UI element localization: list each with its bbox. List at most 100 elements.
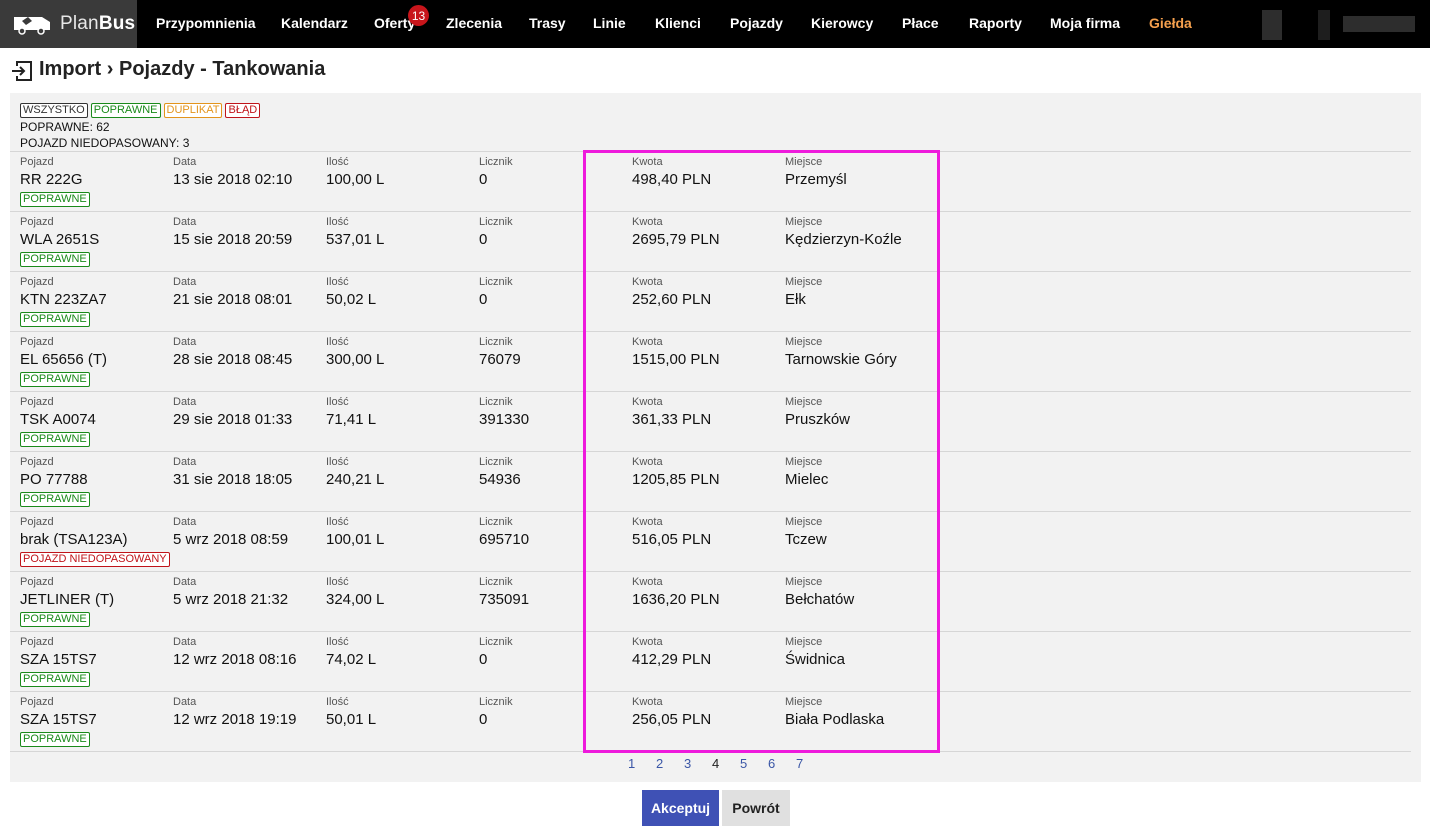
blurred-user-avatar[interactable] xyxy=(1262,10,1282,40)
cell-place: Miejsce Pruszków xyxy=(785,396,850,430)
cell-value-counter: 0 xyxy=(479,291,488,308)
cell-label-amount: Kwota xyxy=(632,576,663,588)
planbus-logo[interactable]: PlanBus xyxy=(0,0,137,48)
cell-counter: Licznik 76079 xyxy=(479,336,521,370)
cell-value-amount: 412,29 PLN xyxy=(632,651,712,668)
nav-linie[interactable]: Linie xyxy=(593,15,626,31)
cell-label-qty: Ilość xyxy=(326,576,349,588)
cell-label-date: Data xyxy=(173,516,197,528)
page-link-3[interactable]: 3 xyxy=(684,756,691,771)
import-panel: WSZYSTKO POPRAWNE DUPLIKAT BŁĄD POPRAWNE… xyxy=(10,93,1421,782)
cell-vehicle: Pojazd PO 77788 xyxy=(20,456,88,490)
cell-value-counter: 54936 xyxy=(479,471,521,488)
cell-value-counter: 0 xyxy=(479,651,488,668)
cell-counter: Licznik 0 xyxy=(479,156,513,190)
cell-label-vehicle: Pojazd xyxy=(20,336,54,348)
page-link-6[interactable]: 6 xyxy=(768,756,775,771)
cell-label-date: Data xyxy=(173,276,197,288)
cell-value-counter: 0 xyxy=(479,711,488,728)
page-link-4[interactable]: 4 xyxy=(712,756,719,771)
status-filters: WSZYSTKO POPRAWNE DUPLIKAT BŁĄD xyxy=(20,103,261,118)
cell-date: Data 21 sie 2018 08:01 xyxy=(173,276,292,310)
page-link-1[interactable]: 1 xyxy=(628,756,635,771)
cell-amount: Kwota 412,29 PLN xyxy=(632,636,711,670)
cell-label-amount: Kwota xyxy=(632,276,663,288)
cell-label-qty: Ilość xyxy=(326,156,349,168)
page-link-5[interactable]: 5 xyxy=(740,756,747,771)
cell-counter: Licznik 0 xyxy=(479,216,513,250)
accept-button[interactable]: Akceptuj xyxy=(642,790,719,826)
cell-label-counter: Licznik xyxy=(479,636,513,648)
nav-kalendarz[interactable]: Kalendarz xyxy=(281,15,348,31)
cell-label-amount: Kwota xyxy=(632,696,663,708)
cell-label-vehicle: Pojazd xyxy=(20,516,54,528)
cell-value-date: 5 wrz 2018 08:59 xyxy=(173,531,289,548)
cell-value-qty: 50,02 L xyxy=(326,291,377,308)
cell-value-vehicle: WLA 2651S xyxy=(20,231,100,248)
cell-label-place: Miejsce xyxy=(785,336,823,348)
page-link-7[interactable]: 7 xyxy=(796,756,803,771)
cell-value-place: Tczew xyxy=(785,531,827,548)
filter-error[interactable]: BŁĄD xyxy=(225,103,261,118)
cell-value-vehicle: PO 77788 xyxy=(20,471,88,488)
cell-label-counter: Licznik xyxy=(479,576,513,588)
blurred-user-name[interactable] xyxy=(1343,16,1415,32)
nav-klienci[interactable]: Klienci xyxy=(655,15,701,31)
nav-trasy[interactable]: Trasy xyxy=(529,15,566,31)
cell-label-place: Miejsce xyxy=(785,456,823,468)
filter-ok[interactable]: POPRAWNE xyxy=(90,103,161,118)
nav-moja-firma[interactable]: Moja firma xyxy=(1050,15,1120,31)
nav-kierowcy[interactable]: Kierowcy xyxy=(811,15,873,31)
cell-label-amount: Kwota xyxy=(632,456,663,468)
cell-value-vehicle: EL 65656 (T) xyxy=(20,351,107,368)
cell-place: Miejsce Przemyśl xyxy=(785,156,847,190)
cell-label-vehicle: Pojazd xyxy=(20,276,54,288)
cell-value-qty: 324,00 L xyxy=(326,591,385,608)
cell-label-place: Miejsce xyxy=(785,696,823,708)
cell-place: Miejsce Tczew xyxy=(785,516,827,550)
cell-label-vehicle: Pojazd xyxy=(20,396,54,408)
filter-all[interactable]: WSZYSTKO xyxy=(20,103,88,118)
cell-value-date: 21 sie 2018 08:01 xyxy=(173,291,293,308)
cell-amount: Kwota 1515,00 PLN xyxy=(632,336,720,370)
cell-label-counter: Licznik xyxy=(479,516,513,528)
cell-label-date: Data xyxy=(173,336,197,348)
nav-zlecenia[interactable]: Zlecenia xyxy=(446,15,502,31)
cell-vehicle: Pojazd RR 222G xyxy=(20,156,83,190)
cell-value-qty: 74,02 L xyxy=(326,651,377,668)
cell-value-amount: 516,05 PLN xyxy=(632,531,712,548)
cell-label-qty: Ilość xyxy=(326,336,349,348)
cell-place: Miejsce Świdnica xyxy=(785,636,845,670)
cell-value-vehicle: TSK A0074 xyxy=(20,411,96,428)
nav-place[interactable]: Płace xyxy=(902,15,939,31)
import-rows: Pojazd RR 222G Data 13 sie 2018 02:10 Ilość 1… xyxy=(10,151,1411,752)
back-button[interactable]: Powrót xyxy=(722,790,790,826)
bus-logo-icon xyxy=(14,17,50,35)
cell-value-qty: 100,00 L xyxy=(326,171,385,188)
cell-label-vehicle: Pojazd xyxy=(20,456,54,468)
cell-label-vehicle: Pojazd xyxy=(20,156,54,168)
cell-label-date: Data xyxy=(173,216,197,228)
status-badge: POPRAWNE xyxy=(20,672,90,687)
table-row: Pojazd brak (TSA123A) Data 5 wrz 2018 08:59… xyxy=(10,512,1411,572)
page-link-2[interactable]: 2 xyxy=(656,756,663,771)
filter-duplicate[interactable]: DUPLIKAT xyxy=(163,103,223,118)
nav-pojazdy[interactable]: Pojazdy xyxy=(730,15,783,31)
cell-vehicle: Pojazd SZA 15TS7 xyxy=(20,696,97,730)
cell-date: Data 5 wrz 2018 08:59 xyxy=(173,516,288,550)
cell-label-amount: Kwota xyxy=(632,516,663,528)
status-badge: POJAZD NIEDOPASOWANY xyxy=(20,552,170,567)
cell-label-qty: Ilość xyxy=(326,516,349,528)
cell-qty: Ilość 71,41 L xyxy=(326,396,376,430)
cell-vehicle: Pojazd TSK A0074 xyxy=(20,396,96,430)
cell-label-date: Data xyxy=(173,456,197,468)
cell-counter: Licznik 695710 xyxy=(479,516,529,550)
nav-raporty[interactable]: Raporty xyxy=(969,15,1022,31)
cell-label-counter: Licznik xyxy=(479,456,513,468)
nav-przypomnienia[interactable]: Przypomnienia xyxy=(156,15,256,31)
cell-value-amount: 2695,79 PLN xyxy=(632,231,720,248)
table-row: Pojazd KTN 223ZA7 Data 21 sie 2018 08:01 Ilo… xyxy=(10,272,1411,332)
nav-gielda[interactable]: Giełda xyxy=(1149,15,1192,31)
table-row: Pojazd SZA 15TS7 Data 12 wrz 2018 19:19 Iloś… xyxy=(10,692,1411,752)
cell-label-place: Miejsce xyxy=(785,216,823,228)
